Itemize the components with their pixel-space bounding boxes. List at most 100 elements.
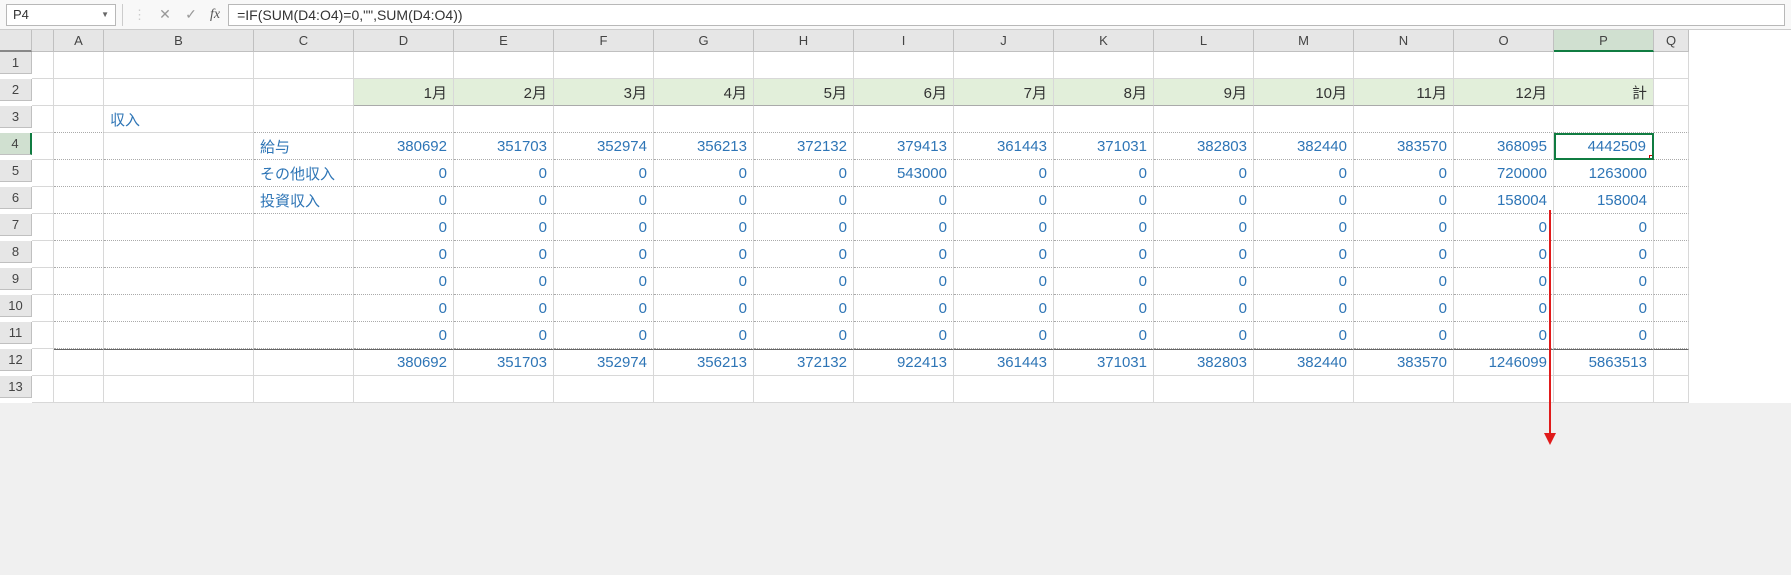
cell-G8[interactable]: 0 bbox=[654, 241, 754, 268]
cell-G11[interactable]: 0 bbox=[654, 322, 754, 349]
cell-H12[interactable]: 372132 bbox=[754, 349, 854, 376]
cell-A8[interactable] bbox=[54, 241, 104, 268]
cell-L5[interactable]: 0 bbox=[1154, 160, 1254, 187]
cell-P13[interactable] bbox=[1554, 376, 1654, 403]
cell-J11[interactable]: 0 bbox=[954, 322, 1054, 349]
cell-Q12[interactable] bbox=[1654, 349, 1689, 376]
cell-C2[interactable] bbox=[254, 79, 354, 106]
cell-D5[interactable]: 0 bbox=[354, 160, 454, 187]
col-header-E[interactable]: E bbox=[454, 30, 554, 52]
cell-H3[interactable] bbox=[754, 106, 854, 133]
cell-L11[interactable]: 0 bbox=[1154, 322, 1254, 349]
cell-P4[interactable]: 4442509 bbox=[1554, 133, 1654, 160]
fill-handle[interactable] bbox=[1649, 155, 1654, 160]
cell-J12[interactable]: 361443 bbox=[954, 349, 1054, 376]
cell-H9[interactable]: 0 bbox=[754, 268, 854, 295]
cell-Q13[interactable] bbox=[1654, 376, 1689, 403]
cell-O10[interactable]: 0 bbox=[1454, 295, 1554, 322]
cell-K4[interactable]: 371031 bbox=[1054, 133, 1154, 160]
row-header-5[interactable]: 5 bbox=[0, 160, 32, 182]
row-header-9[interactable]: 9 bbox=[0, 268, 32, 290]
cell-N11[interactable]: 0 bbox=[1354, 322, 1454, 349]
cell-A2[interactable] bbox=[54, 79, 104, 106]
formula-input[interactable]: =IF(SUM(D4:O4)=0,"",SUM(D4:O4)) bbox=[228, 4, 1785, 26]
col-header-L[interactable]: L bbox=[1154, 30, 1254, 52]
cell-M4[interactable]: 382440 bbox=[1254, 133, 1354, 160]
cell-C9[interactable] bbox=[254, 268, 354, 295]
cell-H6[interactable]: 0 bbox=[754, 187, 854, 214]
cell-N10[interactable]: 0 bbox=[1354, 295, 1454, 322]
col-header-Q[interactable]: Q bbox=[1654, 30, 1689, 52]
col-header-C[interactable]: C bbox=[254, 30, 354, 52]
section-income[interactable]: 収入 bbox=[104, 106, 254, 133]
cell-A9[interactable] bbox=[54, 268, 104, 295]
cell-C3[interactable] bbox=[254, 106, 354, 133]
cell-Q3[interactable] bbox=[1654, 106, 1689, 133]
cell-H7[interactable]: 0 bbox=[754, 214, 854, 241]
cell-H1[interactable] bbox=[754, 52, 854, 79]
cell-E12[interactable]: 351703 bbox=[454, 349, 554, 376]
cell-M10[interactable]: 0 bbox=[1254, 295, 1354, 322]
col-header-H[interactable]: H bbox=[754, 30, 854, 52]
spreadsheet-grid[interactable]: ABCDEFGHIJKLMNOPQ121月2月3月4月5月6月7月8月9月10月… bbox=[0, 30, 1791, 403]
cell-D10[interactable]: 0 bbox=[354, 295, 454, 322]
cell-P9[interactable]: 0 bbox=[1554, 268, 1654, 295]
row-header-2[interactable]: 2 bbox=[0, 79, 32, 101]
cell-H13[interactable] bbox=[754, 376, 854, 403]
cell-K9[interactable]: 0 bbox=[1054, 268, 1154, 295]
cell-O12[interactable]: 1246099 bbox=[1454, 349, 1554, 376]
row-header-3[interactable]: 3 bbox=[0, 106, 32, 128]
cell-L6[interactable]: 0 bbox=[1154, 187, 1254, 214]
cell-M9[interactable]: 0 bbox=[1254, 268, 1354, 295]
cell-E8[interactable]: 0 bbox=[454, 241, 554, 268]
cell-J2[interactable]: 7月 bbox=[954, 79, 1054, 106]
cell-N1[interactable] bbox=[1354, 52, 1454, 79]
col-header-K[interactable]: K bbox=[1054, 30, 1154, 52]
cell-A11[interactable] bbox=[54, 322, 104, 349]
row-header-8[interactable]: 8 bbox=[0, 241, 32, 263]
cell-B10[interactable] bbox=[104, 295, 254, 322]
cell-O5[interactable]: 720000 bbox=[1454, 160, 1554, 187]
cell-C12[interactable] bbox=[254, 349, 354, 376]
cell-M1[interactable] bbox=[1254, 52, 1354, 79]
cell-I4[interactable]: 379413 bbox=[854, 133, 954, 160]
cell-F4[interactable]: 352974 bbox=[554, 133, 654, 160]
cell-M2[interactable]: 10月 bbox=[1254, 79, 1354, 106]
cell-I1[interactable] bbox=[854, 52, 954, 79]
cell-O11[interactable]: 0 bbox=[1454, 322, 1554, 349]
cell-C8[interactable] bbox=[254, 241, 354, 268]
cell-L3[interactable] bbox=[1154, 106, 1254, 133]
cell-I2[interactable]: 6月 bbox=[854, 79, 954, 106]
cell-G13[interactable] bbox=[654, 376, 754, 403]
cell-G12[interactable]: 356213 bbox=[654, 349, 754, 376]
col-header-D[interactable]: D bbox=[354, 30, 454, 52]
cell-B9[interactable] bbox=[104, 268, 254, 295]
cell-H4[interactable]: 372132 bbox=[754, 133, 854, 160]
cell-E10[interactable]: 0 bbox=[454, 295, 554, 322]
cell-F7[interactable]: 0 bbox=[554, 214, 654, 241]
cell-C13[interactable] bbox=[254, 376, 354, 403]
col-header-F[interactable]: F bbox=[554, 30, 654, 52]
cell-F12[interactable]: 352974 bbox=[554, 349, 654, 376]
cell-G1[interactable] bbox=[654, 52, 754, 79]
cell-G6[interactable]: 0 bbox=[654, 187, 754, 214]
cell-P8[interactable]: 0 bbox=[1554, 241, 1654, 268]
cell-N3[interactable] bbox=[1354, 106, 1454, 133]
cell-O9[interactable]: 0 bbox=[1454, 268, 1554, 295]
cell-I3[interactable] bbox=[854, 106, 954, 133]
cell-P1[interactable] bbox=[1554, 52, 1654, 79]
cell-Q7[interactable] bbox=[1654, 214, 1689, 241]
row-header-10[interactable]: 10 bbox=[0, 295, 32, 317]
cell-J1[interactable] bbox=[954, 52, 1054, 79]
cell-Q9[interactable] bbox=[1654, 268, 1689, 295]
cell-A6[interactable] bbox=[54, 187, 104, 214]
cell-F8[interactable]: 0 bbox=[554, 241, 654, 268]
cell-O6[interactable]: 158004 bbox=[1454, 187, 1554, 214]
cell-I6[interactable]: 0 bbox=[854, 187, 954, 214]
cell-B4[interactable] bbox=[104, 133, 254, 160]
enter-button[interactable]: ✓ bbox=[180, 4, 202, 26]
cell-L10[interactable]: 0 bbox=[1154, 295, 1254, 322]
cell-K11[interactable]: 0 bbox=[1054, 322, 1154, 349]
cell-I11[interactable]: 0 bbox=[854, 322, 954, 349]
cell-E1[interactable] bbox=[454, 52, 554, 79]
